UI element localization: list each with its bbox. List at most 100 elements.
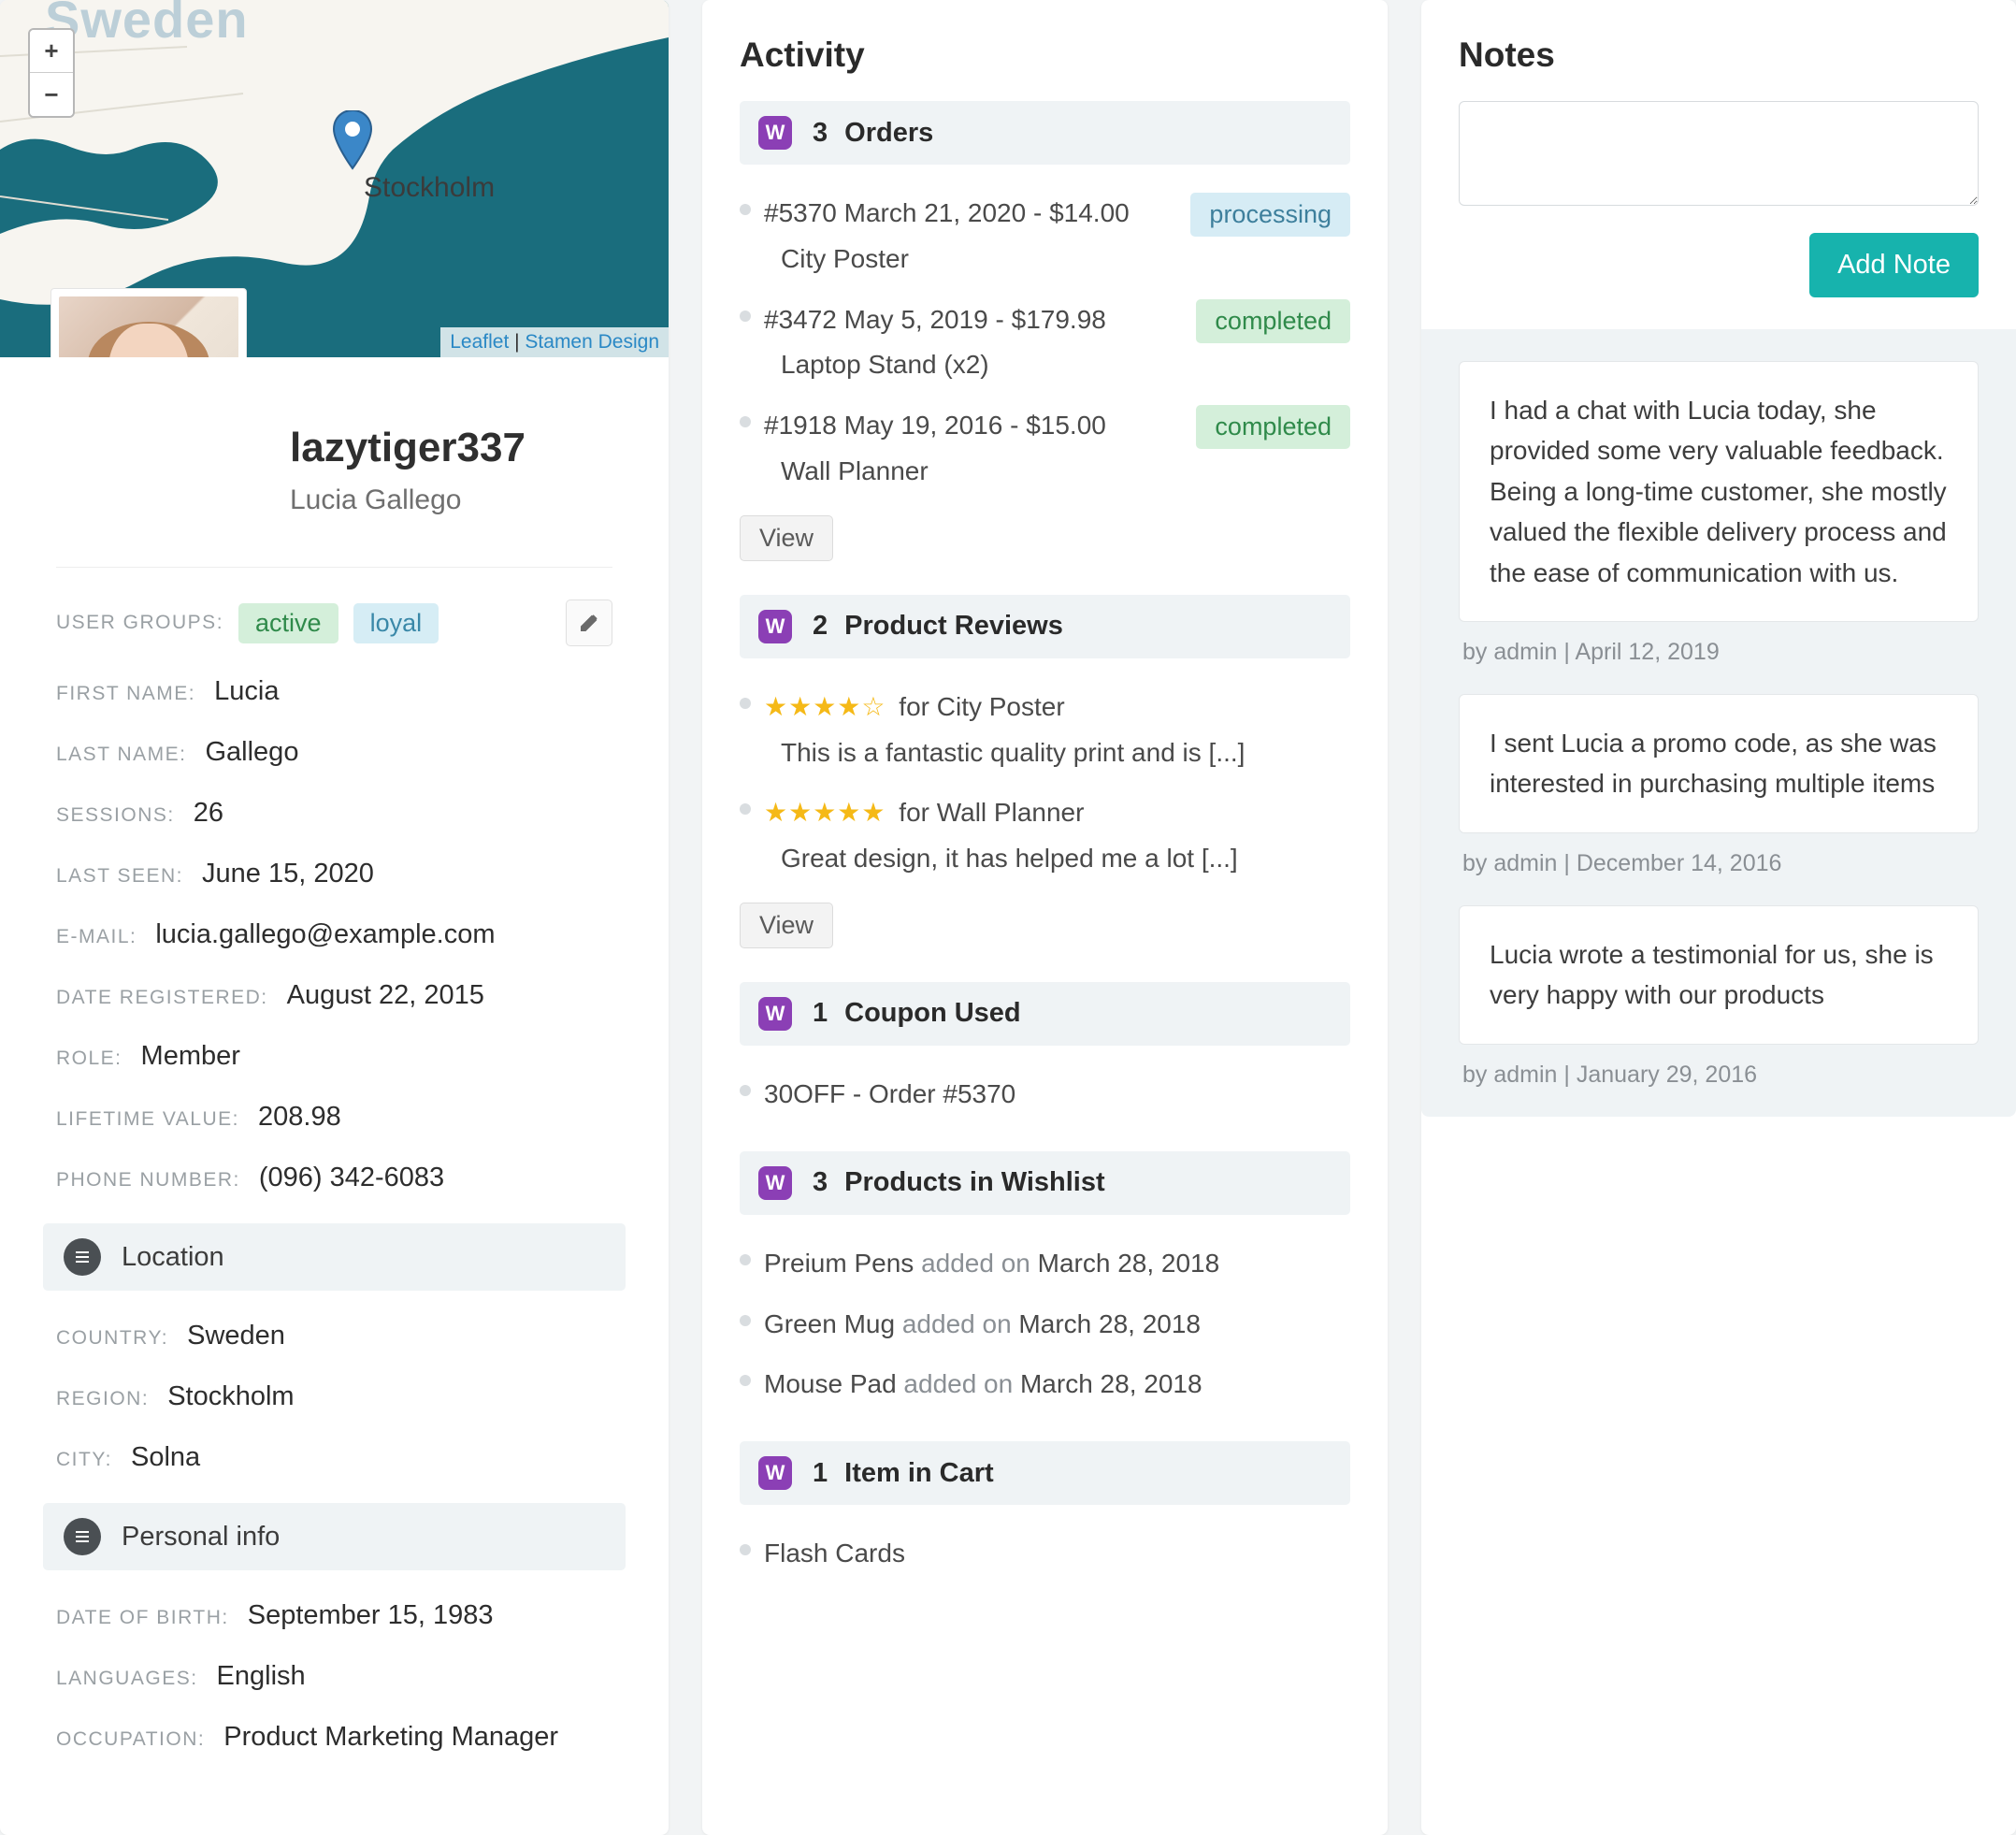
reviews-label: Product Reviews	[844, 611, 1063, 642]
view-orders-button[interactable]: View	[740, 515, 833, 561]
user-avatar	[59, 296, 238, 357]
last-name-label: LAST NAME:	[56, 744, 186, 766]
wishlist-added-on: added on	[895, 1309, 1018, 1338]
languages-label: LANGUAGES:	[56, 1668, 198, 1690]
phone-label: PHONE NUMBER:	[56, 1169, 240, 1192]
last-seen-label: LAST SEEN:	[56, 865, 183, 888]
bullet-icon	[740, 416, 751, 427]
wishlist-date: March 28, 2018	[1018, 1309, 1201, 1338]
order-status-badge: completed	[1196, 405, 1350, 449]
wishlist-count: 3	[813, 1167, 828, 1198]
order-item: #3472 May 5, 2019 - $179.98Laptop Stand …	[740, 290, 1350, 397]
personal-title: Personal info	[122, 1522, 280, 1553]
sessions-label: SESSIONS:	[56, 804, 175, 827]
cart-label: Item in Cart	[844, 1458, 994, 1489]
pencil-icon	[580, 614, 598, 632]
order-item: #5370 March 21, 2020 - $14.00City Poster…	[740, 183, 1350, 290]
order-line1: #1918 May 19, 2016 - $15.00	[764, 405, 1183, 447]
note-card: I sent Lucia a promo code, as she was in…	[1459, 694, 1979, 833]
orders-label: Orders	[844, 118, 933, 149]
occupation-label: OCCUPATION:	[56, 1728, 205, 1751]
avatar-frame	[50, 288, 247, 357]
add-note-button[interactable]: Add Note	[1809, 233, 1979, 297]
divider	[56, 567, 612, 568]
notes-panel: Notes Add Note I had a chat with Lucia t…	[1421, 0, 2016, 1835]
region-label: REGION:	[56, 1388, 149, 1410]
note-meta: by admin | January 29, 2016	[1462, 1062, 1975, 1089]
activity-title: Activity	[740, 36, 1350, 75]
order-status-badge: processing	[1190, 193, 1350, 237]
registered-label: DATE REGISTERED:	[56, 987, 268, 1009]
map-country-label: Sweden	[45, 0, 249, 50]
stamen-link[interactable]: Stamen Design	[525, 331, 659, 353]
bullet-icon	[740, 1544, 751, 1555]
coupon-item: 30OFF - Order #5370	[740, 1064, 1350, 1125]
country-label: COUNTRY:	[56, 1327, 168, 1350]
bullet-icon	[740, 698, 751, 709]
map-pin-icon	[332, 110, 373, 177]
reviews-count: 2	[813, 611, 828, 642]
woo-icon: W	[758, 1166, 792, 1200]
last-seen-value: June 15, 2020	[202, 859, 374, 889]
personal-section-header: Personal info	[43, 1503, 626, 1570]
order-line2: City Poster	[781, 238, 1177, 281]
coupon-label: Coupon Used	[844, 998, 1021, 1029]
order-status-badge: completed	[1196, 299, 1350, 343]
zoom-out-button[interactable]: −	[30, 73, 73, 116]
country-value: Sweden	[187, 1321, 285, 1351]
wishlist-product: Preium Pens	[764, 1249, 914, 1278]
location-map[interactable]: Sweden Stockholm + − Leaflet | Stamen De…	[0, 0, 669, 357]
note-card: I had a chat with Lucia today, she provi…	[1459, 361, 1979, 622]
edit-groups-button[interactable]	[566, 600, 612, 646]
bullet-icon	[740, 1315, 751, 1326]
cart-text: Flash Cards	[764, 1533, 1350, 1575]
bullet-icon	[740, 311, 751, 322]
bullet-icon	[740, 204, 751, 215]
map-zoom-control: + −	[28, 28, 75, 118]
star-rating-icon: ★★★★★	[764, 798, 886, 827]
activity-panel: Activity W 3 Orders #5370 March 21, 2020…	[702, 0, 1388, 1835]
wishlist-item: Mouse Pad added on March 28, 2018	[740, 1354, 1350, 1415]
wishlist-product: Green Mug	[764, 1309, 895, 1338]
dob-label: DATE OF BIRTH:	[56, 1607, 229, 1629]
occupation-value: Product Marketing Manager	[223, 1722, 558, 1753]
review-text: This is a fantastic quality print and is…	[781, 732, 1350, 774]
woo-icon: W	[758, 997, 792, 1031]
bullet-icon	[740, 1085, 751, 1096]
zoom-in-button[interactable]: +	[30, 30, 73, 73]
woo-icon: W	[758, 610, 792, 643]
cart-item: Flash Cards	[740, 1524, 1350, 1584]
group-badge-active: active	[238, 603, 338, 643]
wishlist-label: Products in Wishlist	[844, 1167, 1105, 1198]
review-item: ★★★★☆ for City Poster This is a fantasti…	[740, 677, 1350, 784]
location-title: Location	[122, 1242, 224, 1273]
phone-value: (096) 342-6083	[259, 1163, 444, 1193]
review-for: for Wall Planner	[892, 798, 1085, 827]
username: lazytiger337	[290, 425, 626, 471]
wishlist-product: Mouse Pad	[764, 1369, 897, 1398]
profile-panel: Sweden Stockholm + − Leaflet | Stamen De…	[0, 0, 669, 1835]
leaflet-link[interactable]: Leaflet	[450, 331, 509, 353]
city-value: Solna	[131, 1442, 200, 1473]
orders-header: W 3 Orders	[740, 101, 1350, 165]
last-name-value: Gallego	[205, 737, 298, 768]
group-badge-loyal: loyal	[353, 603, 439, 643]
view-reviews-button[interactable]: View	[740, 903, 833, 948]
wishlist-item: Preium Pens added on March 28, 2018	[740, 1234, 1350, 1294]
ltv-value: 208.98	[258, 1102, 341, 1133]
note-meta: by admin | December 14, 2016	[1462, 850, 1975, 877]
review-for: for City Poster	[892, 692, 1065, 721]
cart-header: W 1 Item in Cart	[740, 1441, 1350, 1505]
note-input[interactable]	[1459, 101, 1979, 206]
order-line2: Wall Planner	[781, 451, 1183, 493]
cart-count: 1	[813, 1458, 828, 1489]
list-icon	[76, 1531, 89, 1542]
location-section-header: Location	[43, 1223, 626, 1291]
city-label: CITY:	[56, 1449, 112, 1471]
coupon-text: 30OFF - Order #5370	[764, 1074, 1350, 1116]
list-icon	[76, 1251, 89, 1263]
region-value: Stockholm	[167, 1381, 294, 1412]
star-rating-icon: ★★★★☆	[764, 692, 886, 721]
registered-value: August 22, 2015	[287, 980, 484, 1011]
map-city-label: Stockholm	[364, 172, 495, 204]
